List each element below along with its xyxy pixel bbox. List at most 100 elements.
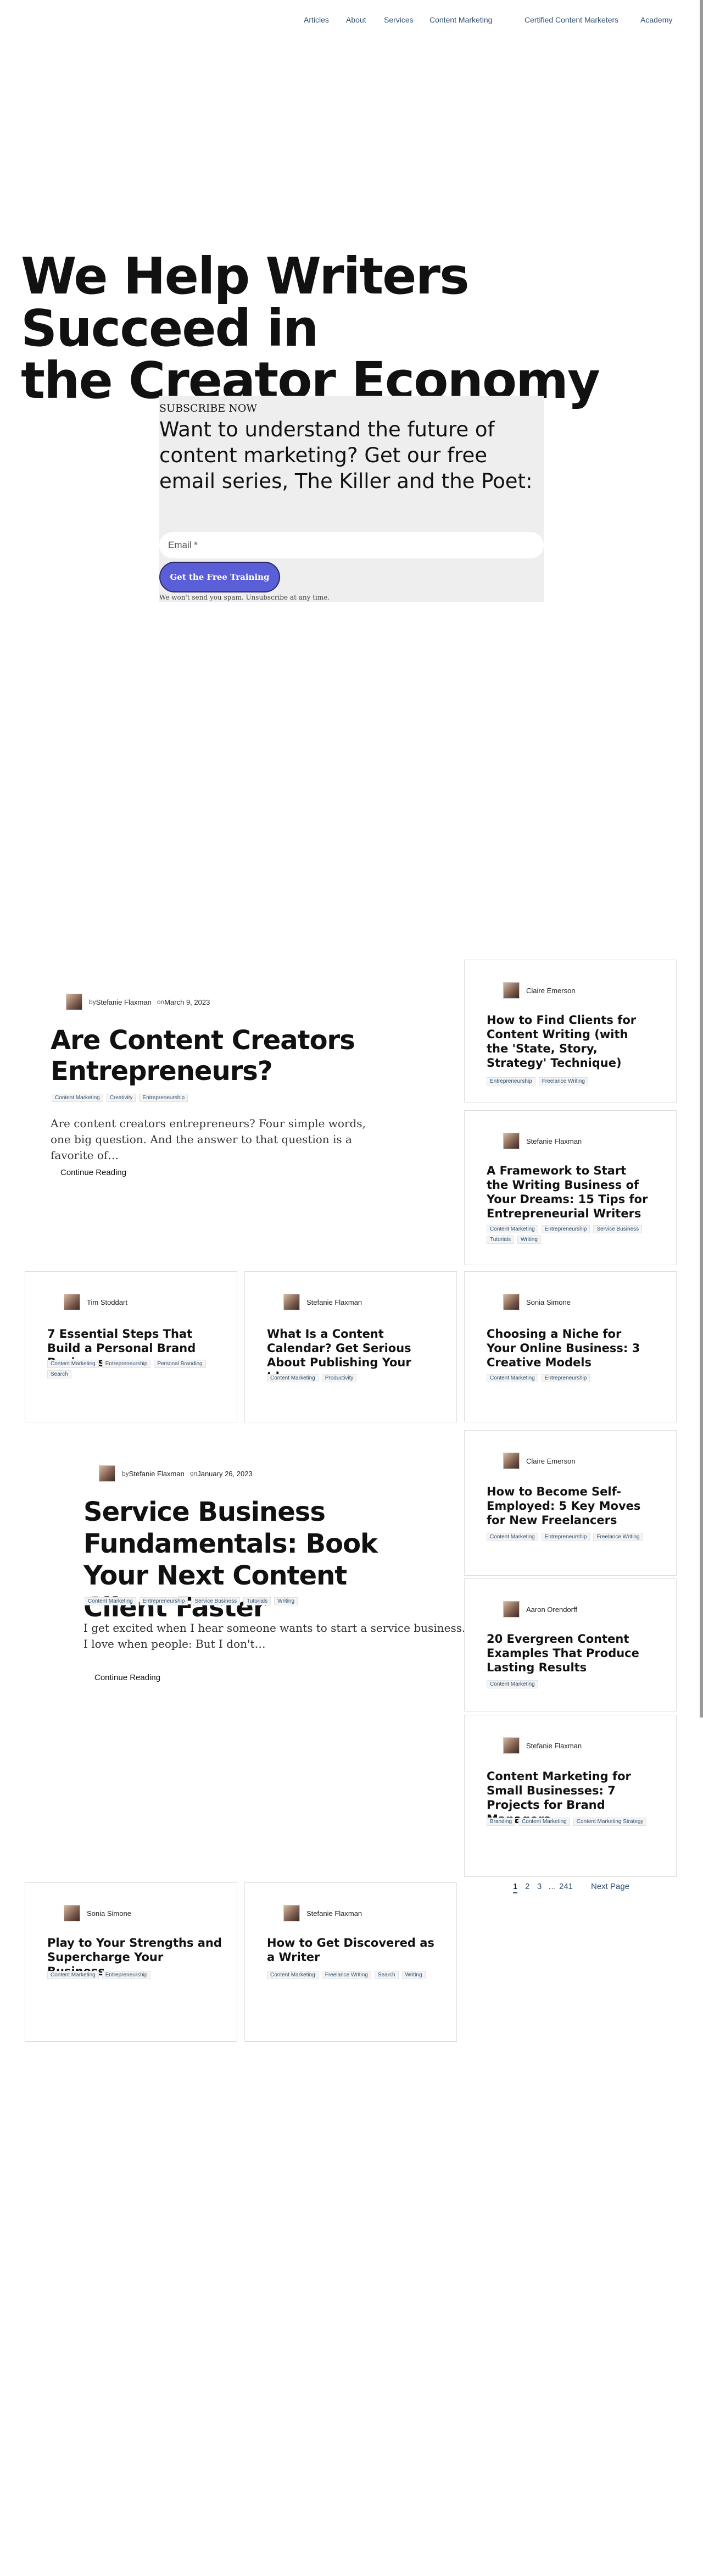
hero-title: We Help Writers Succeed in the Creator E… [21, 250, 680, 407]
tag[interactable]: Branding [487, 1818, 516, 1826]
tag[interactable]: Entrepreneurship [139, 1094, 188, 1102]
tag[interactable]: Content Marketing [267, 1971, 319, 1979]
nav-academy[interactable]: Academy [640, 15, 672, 24]
tag[interactable]: Content Marketing [85, 1597, 136, 1605]
tag[interactable]: Search [374, 1971, 399, 1979]
post-title[interactable]: 20 Evergreen Content Examples That Produ… [487, 1632, 651, 1675]
tag[interactable]: Creativity [106, 1094, 136, 1102]
tag[interactable]: Content Marketing [487, 1225, 538, 1233]
tag[interactable]: Content Marketing [47, 1360, 99, 1368]
tag[interactable]: Personal Branding [154, 1360, 206, 1368]
avatar [64, 1905, 80, 1921]
post-excerpt: Are content creators entrepreneurs? Four… [51, 1117, 366, 1162]
continue-reading-link[interactable]: Continue Reading [94, 1673, 160, 1682]
author-name[interactable]: Stefanie Flaxman [96, 998, 152, 1006]
avatar [503, 1453, 520, 1469]
tag[interactable]: Entrepreneurship [139, 1597, 188, 1605]
hero-title-line-1: We Help Writers Succeed in [21, 247, 470, 358]
nav-certified-content-marketers[interactable]: Certified Content Marketers [525, 15, 618, 24]
post-tags: Content Marketing Entrepreneurship Freel… [487, 1533, 651, 1541]
post-title[interactable]: How to Become Self-Employed: 5 Key Moves… [487, 1484, 651, 1527]
avatar [99, 1465, 115, 1482]
post-author: Stefanie Flaxman [503, 1133, 582, 1149]
nav-services[interactable]: Services [384, 15, 414, 24]
tag[interactable]: Writing [274, 1597, 298, 1605]
post-tags: Content Marketing Freelance Writing Sear… [267, 1971, 443, 1979]
author-name[interactable]: Stefanie Flaxman [526, 1137, 582, 1145]
author-name[interactable]: Aaron Orendorff [526, 1605, 577, 1614]
post-tags: Content Marketing Entrepreneurship Perso… [47, 1360, 212, 1378]
post-title[interactable]: A Framework to Start the Writing Busines… [487, 1164, 651, 1221]
tag[interactable]: Freelance Writing [538, 1077, 588, 1085]
post-author: Stefanie Flaxman [283, 1905, 362, 1921]
avatar [503, 982, 520, 999]
tag[interactable]: Entrepreneurship [541, 1533, 590, 1541]
author-name[interactable]: Sonia Simone [87, 1909, 131, 1918]
post-card: Aaron Orendorff 20 Evergreen Content Exa… [464, 1578, 677, 1711]
tag[interactable]: Writing [401, 1971, 426, 1979]
tag[interactable]: Service Business [593, 1225, 643, 1233]
tag[interactable]: Content Marketing [487, 1680, 538, 1688]
author-name[interactable]: Stefanie Flaxman [129, 1470, 185, 1478]
post-title[interactable]: How to Find Clients for Content Writing … [487, 1013, 651, 1070]
avatar [66, 994, 82, 1010]
post-title[interactable]: How to Get Discovered as a Writer [267, 1936, 443, 1964]
tag[interactable]: Writing [517, 1236, 541, 1244]
author-name[interactable]: Claire Emerson [526, 1457, 576, 1465]
post-author: Claire Emerson [503, 982, 576, 999]
page-3-link[interactable]: 3 [537, 1882, 542, 1891]
tag[interactable]: Entrepreneurship [102, 1360, 151, 1368]
tag[interactable]: Content Marketing [487, 1374, 538, 1382]
author-name[interactable]: Stefanie Flaxman [526, 1742, 582, 1750]
post-card: Stefanie Flaxman What Is a Content Calen… [244, 1271, 457, 1422]
post-excerpt: I get excited when I hear someone wants … [83, 1621, 466, 1650]
post-card: Sonia Simone Choosing a Niche for Your O… [464, 1271, 677, 1422]
by-label: by [89, 998, 96, 1006]
nav-articles[interactable]: Articles [304, 15, 329, 24]
post-card: Sonia Simone Play to Your Strengths and … [25, 1882, 237, 2042]
page-2-link[interactable]: 2 [525, 1882, 529, 1891]
page-scrollbar[interactable] [700, 0, 703, 1718]
tag[interactable]: Content Marketing [267, 1374, 319, 1382]
page-1-link[interactable]: 1 [513, 1882, 518, 1893]
tag[interactable]: Content Marketing [47, 1971, 99, 1979]
post-title[interactable]: Choosing a Niche for Your Online Busines… [487, 1327, 651, 1370]
tag[interactable]: Search [47, 1370, 71, 1378]
tag[interactable]: Service Business [191, 1597, 241, 1605]
post-tags: Content Marketing Entrepreneurship Servi… [85, 1597, 436, 1605]
tag[interactable]: Productivity [321, 1374, 357, 1382]
post-date: January 26, 2023 [197, 1469, 253, 1478]
page-241-link[interactable]: 241 [559, 1882, 573, 1891]
post-card: Tim Stoddart 7 Essential Steps That Buil… [25, 1271, 237, 1422]
post-date: March 9, 2023 [164, 998, 210, 1006]
tag[interactable]: Entrepreneurship [102, 1971, 151, 1979]
tag[interactable]: Content Marketing Strategy [573, 1818, 647, 1826]
tag[interactable]: Tutorials [243, 1597, 271, 1605]
continue-reading-link[interactable]: Continue Reading [60, 1168, 126, 1177]
tag[interactable]: Entrepreneurship [541, 1225, 590, 1233]
subscribe-note: We won't send you spam. Unsubscribe at a… [159, 594, 330, 601]
tag[interactable]: Freelance Writing [593, 1533, 643, 1541]
author-name[interactable]: Stefanie Flaxman [306, 1298, 362, 1306]
tag[interactable]: Entrepreneurship [541, 1374, 590, 1382]
nav-about[interactable]: About [346, 15, 366, 24]
post-title[interactable]: Are Content Creators Entrepreneurs? [51, 1025, 402, 1087]
free-training-button[interactable]: Get the Free Training [159, 562, 280, 592]
nav-content-marketing[interactable]: Content Marketing [429, 15, 492, 24]
avatar [283, 1294, 300, 1310]
tag[interactable]: Content Marketing [518, 1818, 570, 1826]
tag[interactable]: Tutorials [487, 1236, 514, 1244]
author-name[interactable]: Sonia Simone [526, 1298, 571, 1306]
author-name[interactable]: Stefanie Flaxman [306, 1909, 362, 1918]
tag[interactable]: Content Marketing [52, 1094, 103, 1102]
author-name[interactable]: Tim Stoddart [87, 1298, 127, 1306]
tag[interactable]: Entrepreneurship [487, 1077, 535, 1085]
post-author: Aaron Orendorff [503, 1601, 577, 1617]
email-field[interactable] [159, 532, 544, 558]
by-label: by [122, 1470, 129, 1477]
tag[interactable]: Content Marketing [487, 1533, 538, 1541]
avatar [503, 1737, 520, 1754]
next-page-link[interactable]: Next Page [591, 1882, 629, 1891]
author-name[interactable]: Claire Emerson [526, 987, 576, 995]
tag[interactable]: Freelance Writing [321, 1971, 371, 1979]
